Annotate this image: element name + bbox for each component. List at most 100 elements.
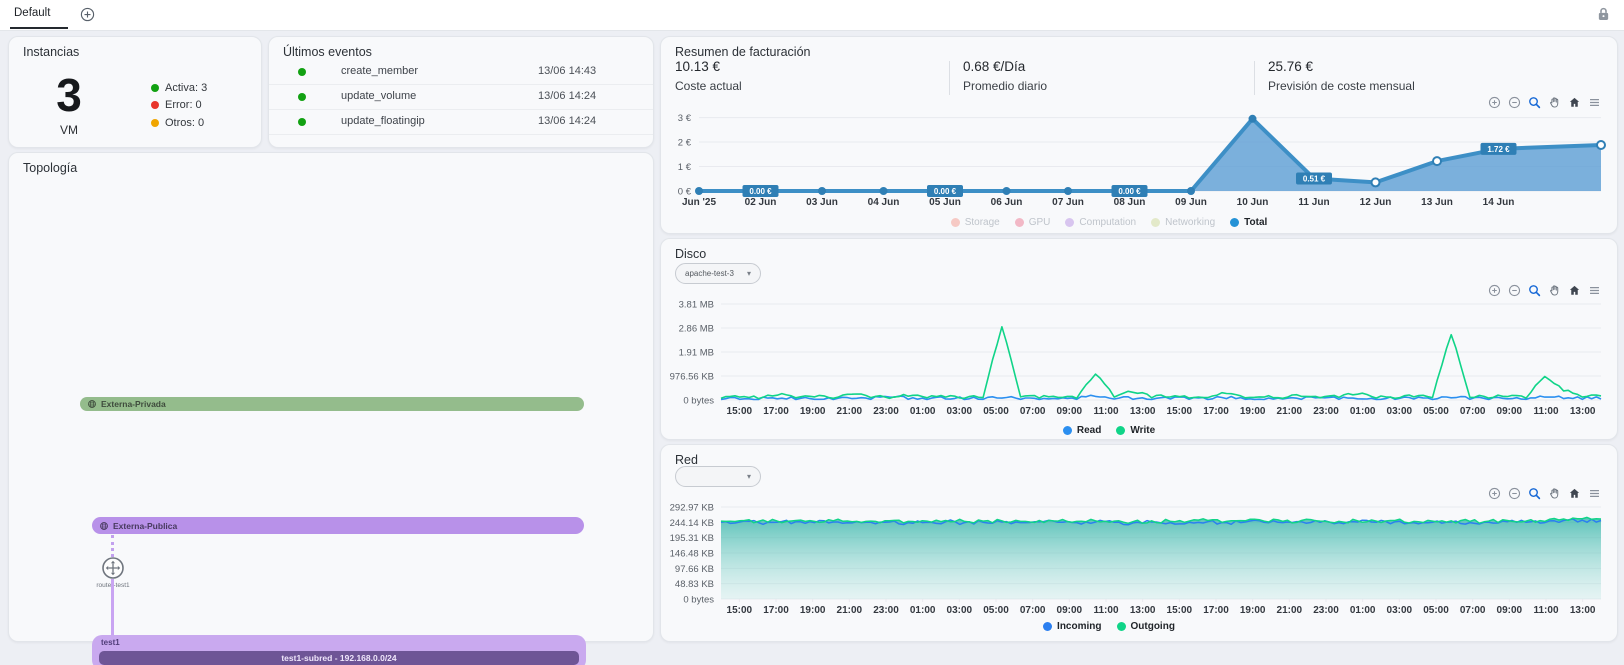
svg-text:04 Jun: 04 Jun: [868, 197, 900, 208]
reset-view-icon[interactable]: [1568, 487, 1581, 500]
svg-text:07 Jun: 07 Jun: [1052, 197, 1084, 208]
chevron-down-icon: ▾: [746, 269, 751, 278]
legend-label: Outgoing: [1130, 621, 1175, 632]
state-other: Otros: 0: [151, 114, 207, 132]
svg-text:0 €: 0 €: [678, 187, 692, 198]
disk-title: Disco: [675, 247, 707, 261]
router-downlink: [111, 579, 114, 635]
legend-item[interactable]: Storage: [950, 217, 1000, 228]
svg-text:19:00: 19:00: [800, 406, 826, 417]
disk-instance-select[interactable]: apache-test-3 ▾: [675, 263, 761, 284]
svg-text:13:00: 13:00: [1570, 406, 1596, 417]
tab-default[interactable]: Default: [14, 7, 50, 19]
disk-chart[interactable]: 0 bytes 976.56 KB 1.91 MB 2.86 MB 3.81 MB 15:…: [669, 295, 1609, 419]
zoom-in-icon[interactable]: [1488, 487, 1501, 500]
chevron-down-icon: ▾: [746, 472, 751, 481]
legend-dot-icon: [1116, 622, 1126, 631]
svg-text:244.14 KB: 244.14 KB: [670, 518, 714, 529]
globe-icon: [87, 399, 97, 409]
svg-text:0.00 €: 0.00 €: [1118, 187, 1141, 196]
event-row[interactable]: update_volume 13/06 14:24: [269, 85, 653, 110]
event-row[interactable]: create_member 13/06 14:43: [269, 60, 653, 85]
svg-text:17:00: 17:00: [763, 605, 789, 616]
svg-text:11:00: 11:00: [1533, 406, 1558, 417]
stat-value: 25.76 €: [1268, 59, 1314, 74]
svg-text:11:00: 11:00: [1533, 605, 1558, 616]
stat-label: Promedio diario: [963, 79, 1048, 93]
legend-label: Total: [1244, 217, 1268, 228]
network-chart[interactable]: 0 bytes 48.83 KB 97.66 KB 146.48 KB 195.31 K…: [669, 501, 1609, 623]
event-status-dot-icon: [298, 93, 306, 101]
legend-dot-icon: [1065, 218, 1075, 227]
network-panel: Red ▾ 0 bytes 48.83 KB 97.66 KB 146.48 KB 19…: [660, 444, 1618, 642]
billing-legend: Storage GPU Computation Networking Total: [691, 217, 1607, 228]
billing-chart[interactable]: 0 € 1 € 2 € 3 € Jun '25 02 Jun 03 Jun 04 Jun 05 …: [669, 99, 1609, 217]
other-dot-icon: [151, 118, 159, 127]
legend-item[interactable]: Read: [1062, 425, 1102, 436]
svg-text:97.66 KB: 97.66 KB: [675, 564, 714, 575]
events-title: Últimos eventos: [283, 45, 372, 59]
state-error: Error: 0: [151, 97, 207, 115]
legend-item[interactable]: Networking: [1151, 217, 1215, 228]
billing-panel: Resumen de facturación 10.13 € Coste act…: [660, 36, 1618, 234]
error-dot-icon: [151, 101, 159, 110]
pan-icon[interactable]: [1548, 487, 1561, 500]
network-test1[interactable]: test1 test1-subred - 192.168.0.0/24: [92, 635, 586, 665]
legend-item[interactable]: Incoming: [1043, 621, 1102, 632]
state-error-label: Error: 0: [165, 99, 202, 112]
svg-text:01:00: 01:00: [910, 406, 936, 417]
svg-text:03:00: 03:00: [1387, 605, 1413, 616]
svg-text:2 €: 2 €: [678, 138, 692, 149]
event-row[interactable]: update_floatingip 13/06 14:24: [269, 110, 653, 135]
add-tab-icon[interactable]: [80, 7, 95, 22]
svg-text:23:00: 23:00: [873, 406, 899, 417]
disk-legend: Read Write: [691, 425, 1607, 436]
legend-item[interactable]: Computation: [1065, 217, 1136, 228]
legend-label: Write: [1130, 425, 1156, 436]
svg-text:09:00: 09:00: [1057, 605, 1083, 616]
network-instance-select[interactable]: ▾: [675, 466, 761, 487]
events-list: create_member 13/06 14:43 update_volume …: [269, 60, 653, 135]
legend-label: Networking: [1165, 217, 1216, 228]
svg-text:01:00: 01:00: [1350, 406, 1376, 417]
legend-item[interactable]: Total: [1230, 217, 1267, 228]
svg-text:12 Jun: 12 Jun: [1360, 197, 1392, 208]
svg-text:09:00: 09:00: [1057, 406, 1083, 417]
chart-menu-icon[interactable]: [1588, 487, 1601, 500]
network-bar-externa-privada[interactable]: Externa-Privada: [80, 397, 584, 411]
svg-text:07:00: 07:00: [1020, 406, 1046, 417]
zoom-out-icon[interactable]: [1508, 487, 1521, 500]
network-bar-externa-publica[interactable]: Externa-Publica: [92, 517, 584, 534]
svg-text:19:00: 19:00: [1240, 406, 1266, 417]
lock-icon[interactable]: [1597, 6, 1610, 22]
legend-item[interactable]: Outgoing: [1116, 621, 1175, 632]
subnet-bar[interactable]: test1-subred - 192.168.0.0/24: [99, 651, 579, 665]
instances-title: Instancias: [23, 45, 80, 59]
event-status-dot-icon: [298, 118, 306, 126]
svg-text:05 Jun: 05 Jun: [929, 197, 961, 208]
svg-text:08 Jun: 08 Jun: [1114, 197, 1146, 208]
svg-text:0.51 €: 0.51 €: [1303, 175, 1326, 184]
legend-label: Read: [1076, 425, 1102, 436]
svg-text:19:00: 19:00: [800, 605, 826, 616]
chart-toolbar: [1488, 487, 1601, 500]
svg-text:09 Jun: 09 Jun: [1175, 197, 1207, 208]
svg-text:03:00: 03:00: [1387, 406, 1413, 417]
legend-item[interactable]: Write: [1116, 425, 1155, 436]
network-test1-label: test1: [101, 638, 120, 647]
svg-text:48.83 KB: 48.83 KB: [675, 579, 714, 590]
svg-text:17:00: 17:00: [1203, 605, 1229, 616]
stat-label: Previsión de coste mensual: [1268, 79, 1415, 93]
event-time: 13/06 14:24: [538, 115, 597, 127]
router-icon[interactable]: [101, 556, 125, 580]
svg-text:07:00: 07:00: [1020, 605, 1046, 616]
svg-text:21:00: 21:00: [837, 406, 863, 417]
legend-dot-icon: [1230, 218, 1240, 227]
box-zoom-icon[interactable]: [1528, 487, 1541, 500]
divider: [949, 61, 950, 95]
svg-text:Jun '25: Jun '25: [682, 197, 716, 208]
legend-item[interactable]: GPU: [1014, 217, 1050, 228]
events-panel: Últimos eventos create_member 13/06 14:4…: [268, 36, 654, 148]
network-bar-label: Externa-Privada: [101, 399, 166, 409]
billing-title: Resumen de facturación: [675, 45, 811, 59]
